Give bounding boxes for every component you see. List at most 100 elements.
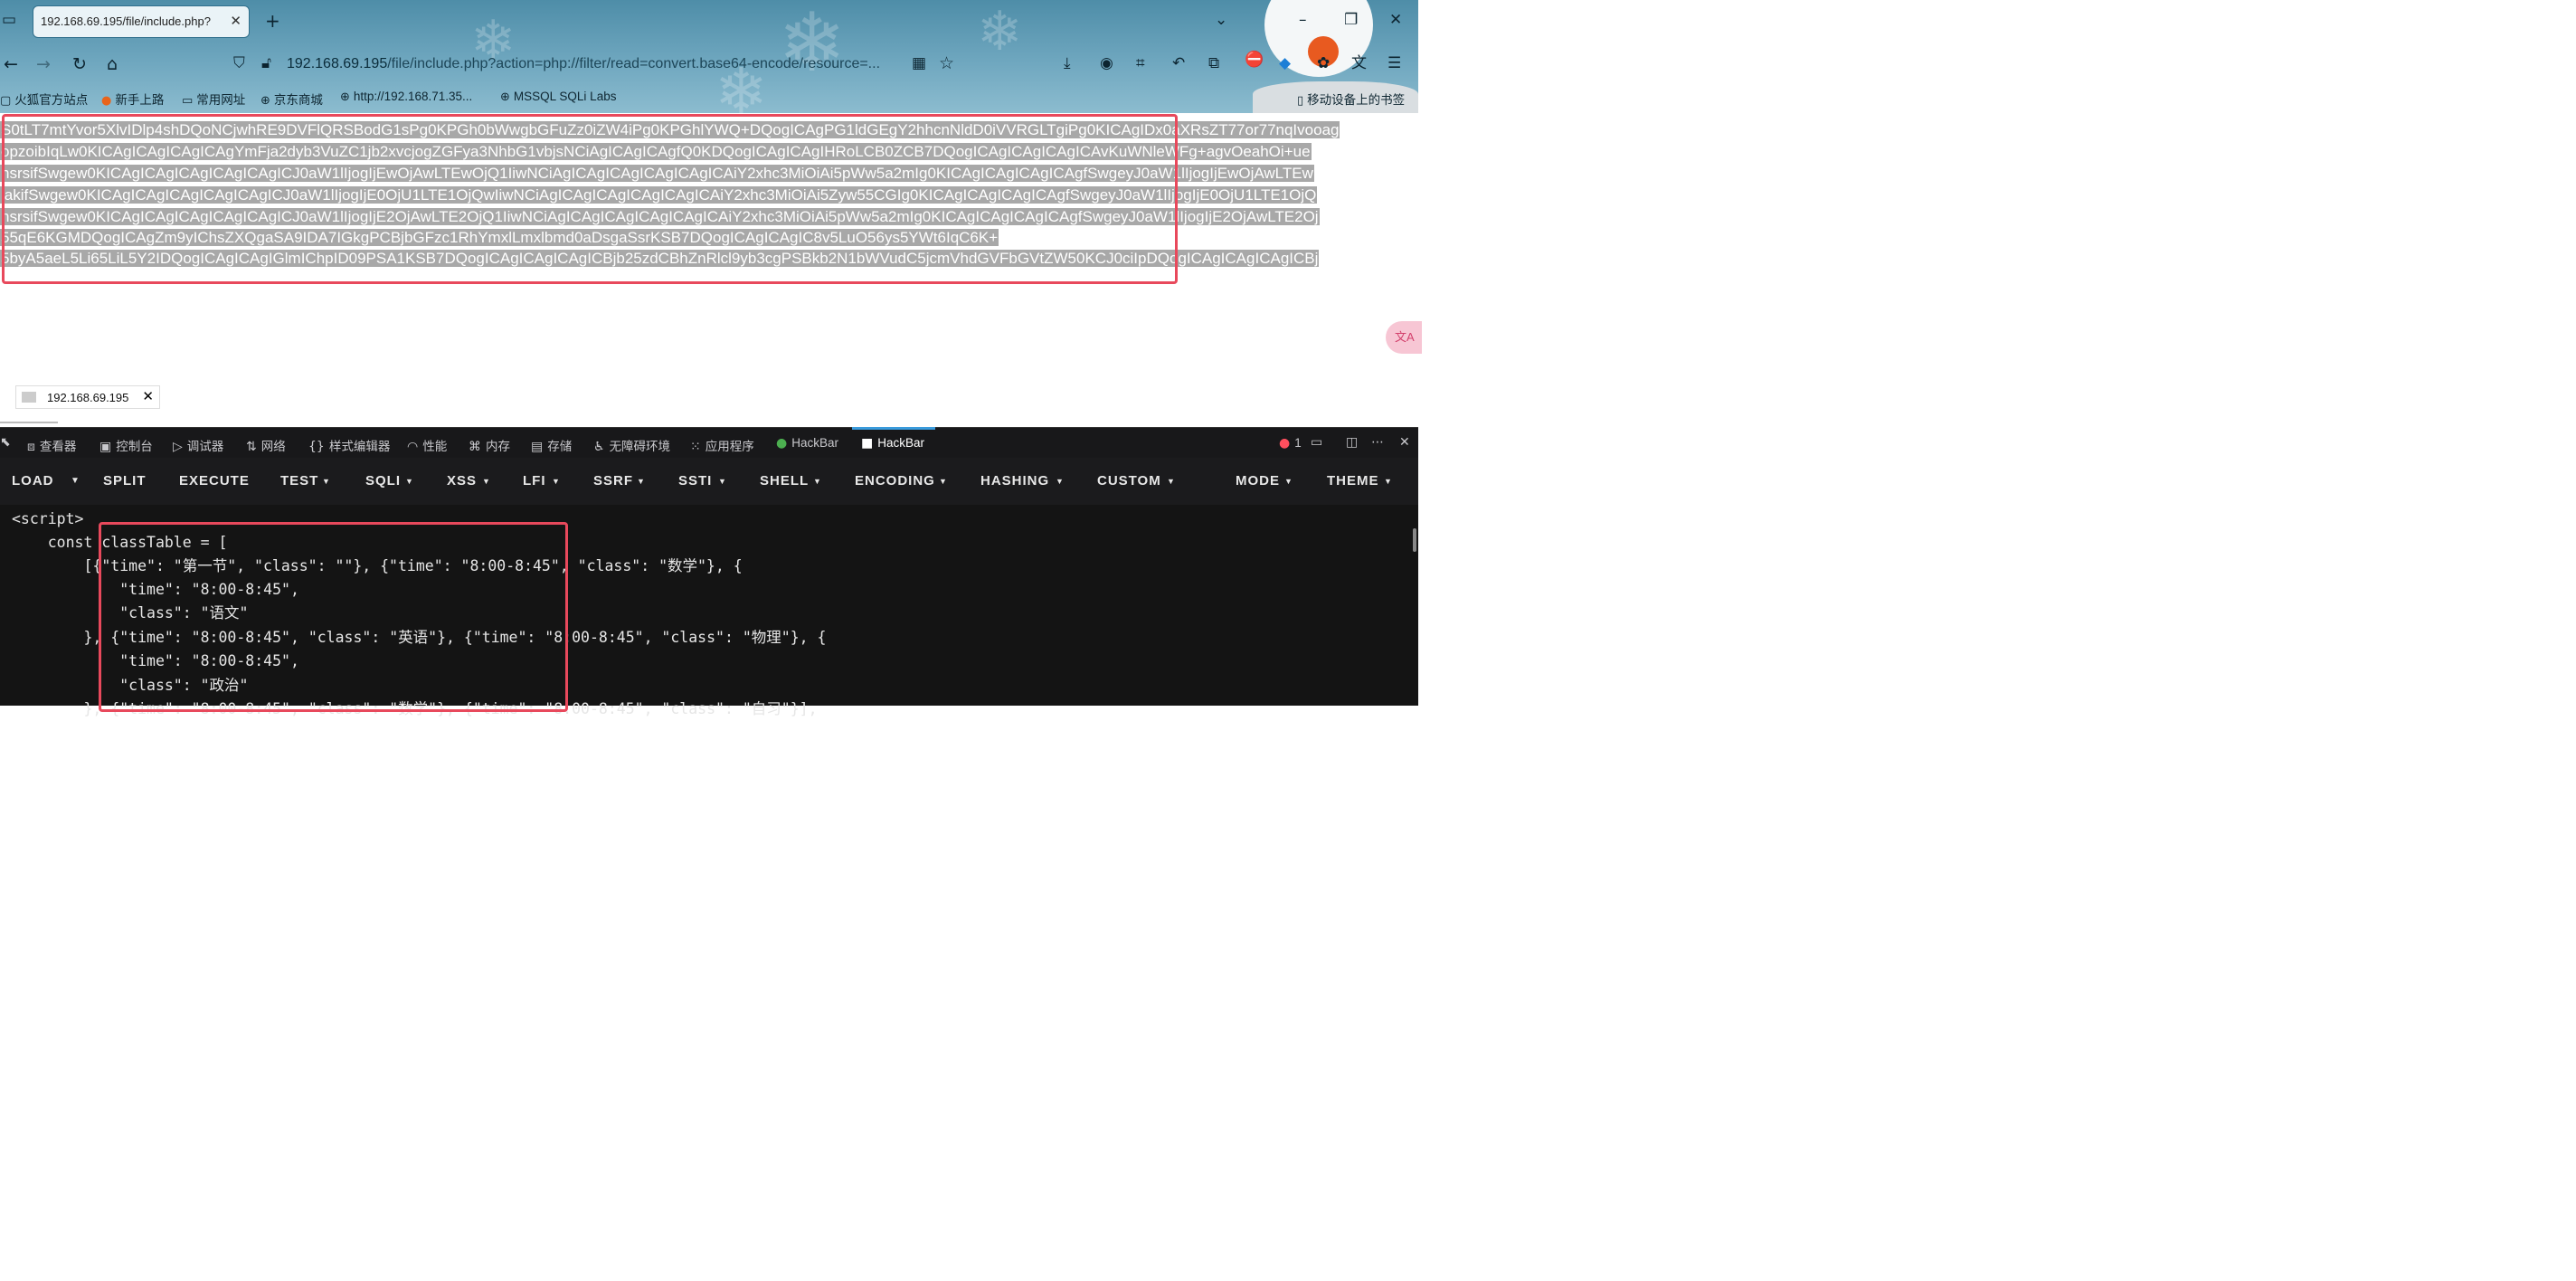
mobile-bookmarks[interactable]: ▯ 移动设备上的书签 (1297, 90, 1405, 108)
bookmark-label: 火狐官方站点 (14, 93, 89, 107)
chevron-down-icon: ▼ (1284, 477, 1293, 486)
bookmark-jd[interactable]: ⊕ 京东商城 (260, 90, 323, 108)
ssti-menu[interactable]: SSTI (678, 473, 712, 489)
back-icon[interactable]: ← (4, 56, 18, 73)
snowflake-decoration: ❄ (778, 0, 847, 90)
memory-icon: ⌘ (469, 440, 481, 454)
code-line: <script> (12, 510, 84, 527)
tab-inspector[interactable]: ⧈ 查看器 (27, 436, 76, 454)
insecure-lock-icon[interactable]: 🔓︎ (261, 56, 271, 71)
tab-label: 调试器 (186, 440, 224, 453)
reload-icon[interactable]: ↻ (72, 56, 87, 73)
layout-icon[interactable]: ▭ (1311, 436, 1322, 449)
close-window-icon[interactable]: ✕ (1389, 13, 1402, 28)
home-icon[interactable]: ⌂ (107, 56, 118, 73)
address-bar[interactable]: 192.168.69.195/file/include.php?action=p… (287, 56, 911, 72)
error-count: 1 (1294, 436, 1302, 450)
tab-label: 内存 (486, 440, 510, 453)
extension-icon[interactable]: ◆ (1279, 56, 1291, 71)
tab-application[interactable]: ⁙ 应用程序 (690, 436, 754, 454)
hashing-menu[interactable]: HASHING (980, 473, 1049, 489)
folder-icon: ▭ (182, 94, 194, 108)
bookmark-label: 京东商城 (273, 93, 323, 107)
bookmark-sqli-labs[interactable]: ⊕ MSSQL SQLi Labs (500, 90, 616, 104)
shell-menu[interactable]: SHELL (760, 473, 809, 489)
inspector-icon: ⧈ (27, 440, 35, 454)
chevron-down-icon: ▼ (939, 477, 948, 486)
translate-icon[interactable]: 文 (1351, 56, 1367, 71)
execute-button[interactable]: EXECUTE (179, 473, 250, 489)
storage-icon: ▤ (531, 440, 544, 454)
sqli-menu[interactable]: SQLI (365, 473, 401, 489)
browser-tab[interactable]: 192.168.69.195/file/include.php? ✕ (33, 5, 250, 38)
tab-performance[interactable]: ◠ 性能 (407, 436, 447, 454)
adblock-icon[interactable]: ⛔ (1245, 52, 1264, 68)
tab-accessibility[interactable]: ♿︎ 无障碍环境 (593, 436, 670, 454)
load-dropdown-icon[interactable]: ▼ (71, 476, 80, 486)
chevron-down-icon: ▼ (1056, 477, 1065, 486)
extension-icon[interactable]: ✿ (1317, 56, 1330, 71)
error-badge[interactable]: ● 1 (1279, 436, 1302, 451)
forward-icon[interactable]: → (36, 56, 51, 73)
xss-menu[interactable]: XSS (447, 473, 477, 489)
translate-button[interactable]: 文A (1386, 321, 1422, 354)
load-button[interactable]: LOAD (12, 473, 54, 489)
tab-console[interactable]: ▣ 控制台 (99, 436, 153, 454)
horizontal-scrollbar[interactable] (0, 422, 58, 423)
restore-icon[interactable]: ❐ (1344, 13, 1358, 28)
undo-icon[interactable]: ↶ (1172, 56, 1185, 71)
menu-icon[interactable]: ☰ (1387, 56, 1401, 71)
test-menu[interactable]: TEST (280, 473, 318, 489)
qr-code-icon[interactable]: ▦ (912, 56, 926, 71)
snowflake-decoration: ❄ (977, 0, 1023, 63)
more-icon[interactable]: ⋯ (1371, 436, 1384, 449)
editor-scrollbar[interactable] (1413, 528, 1416, 552)
encoding-menu[interactable]: ENCODING (855, 473, 935, 489)
tab-label: 控制台 (116, 440, 153, 453)
bookmark-common-sites[interactable]: ▭ 常用网址 (182, 90, 245, 108)
theme-menu[interactable]: THEME (1327, 473, 1379, 489)
globe-icon: ⊕ (500, 90, 510, 104)
screenshot-icon[interactable]: ⌗ (1136, 56, 1145, 71)
tab-memory[interactable]: ⌘ 内存 (469, 436, 510, 454)
bookmark-getting-started[interactable]: ● 新手上路 (101, 90, 164, 108)
tab-label: 无障碍环境 (609, 440, 671, 453)
extensions-icon[interactable]: ⧉ (1208, 56, 1219, 71)
chevron-down-icon: ▼ (1167, 477, 1176, 486)
chevron-down-icon: ▼ (637, 477, 646, 486)
bookmark-star-icon[interactable]: ☆ (939, 55, 954, 72)
chevron-down-icon[interactable]: ⌄ (1215, 13, 1227, 28)
tab-style-editor[interactable]: {} 样式编辑器 (308, 436, 390, 454)
bookmark-firefox[interactable]: ▢ 火狐官方站点 (0, 90, 88, 108)
close-devtools-icon[interactable]: ✕ (1399, 436, 1410, 449)
tab-network[interactable]: ⇅ 网络 (246, 436, 286, 454)
close-tab-icon[interactable]: ✕ (230, 13, 242, 29)
shield-icon[interactable]: ⛉ (233, 56, 245, 71)
tab-list-icon[interactable]: ▭ (2, 13, 16, 28)
bookmark-label: 常用网址 (196, 93, 246, 107)
mode-menu[interactable]: MODE (1236, 473, 1280, 489)
ssrf-menu[interactable]: SSRF (593, 473, 633, 489)
custom-menu[interactable]: CUSTOM (1097, 473, 1161, 489)
browser-chrome: ❄ ❄ ❄ ❄ ▭ 192.168.69.195/file/include.ph… (0, 0, 1418, 128)
dock-icon[interactable]: ◫ (1346, 436, 1358, 449)
page-icon (22, 392, 36, 403)
status-bar: 192.168.69.195 ✕ (15, 385, 160, 409)
picker-icon[interactable]: ⬉ (0, 436, 11, 449)
chevron-down-icon: ▼ (482, 477, 491, 486)
minimize-icon[interactable]: – (1299, 13, 1307, 28)
tab-debugger[interactable]: ▷ 调试器 (173, 436, 223, 454)
account-icon[interactable]: ◉ (1100, 56, 1113, 71)
lfi-menu[interactable]: LFI (523, 473, 546, 489)
bookmark-ip[interactable]: ⊕ http://192.168.71.35... (340, 90, 472, 104)
accessibility-icon: ♿︎ (593, 440, 605, 454)
hackbar-icon: ■ (861, 436, 874, 451)
split-button[interactable]: SPLIT (103, 473, 147, 489)
tab-hackbar-1[interactable]: ● HackBar (776, 436, 838, 451)
new-tab-icon[interactable]: + (265, 12, 280, 30)
hackbar-toolbar: LOAD ▼ SPLIT EXECUTE TEST SQLI XSS LFI S… (0, 458, 1418, 505)
downloads-icon[interactable]: ⤓ (1064, 56, 1071, 71)
close-icon[interactable]: ✕ (142, 388, 154, 404)
tab-hackbar-2[interactable]: ■ HackBar (861, 436, 924, 451)
tab-storage[interactable]: ▤ 存储 (531, 436, 572, 454)
